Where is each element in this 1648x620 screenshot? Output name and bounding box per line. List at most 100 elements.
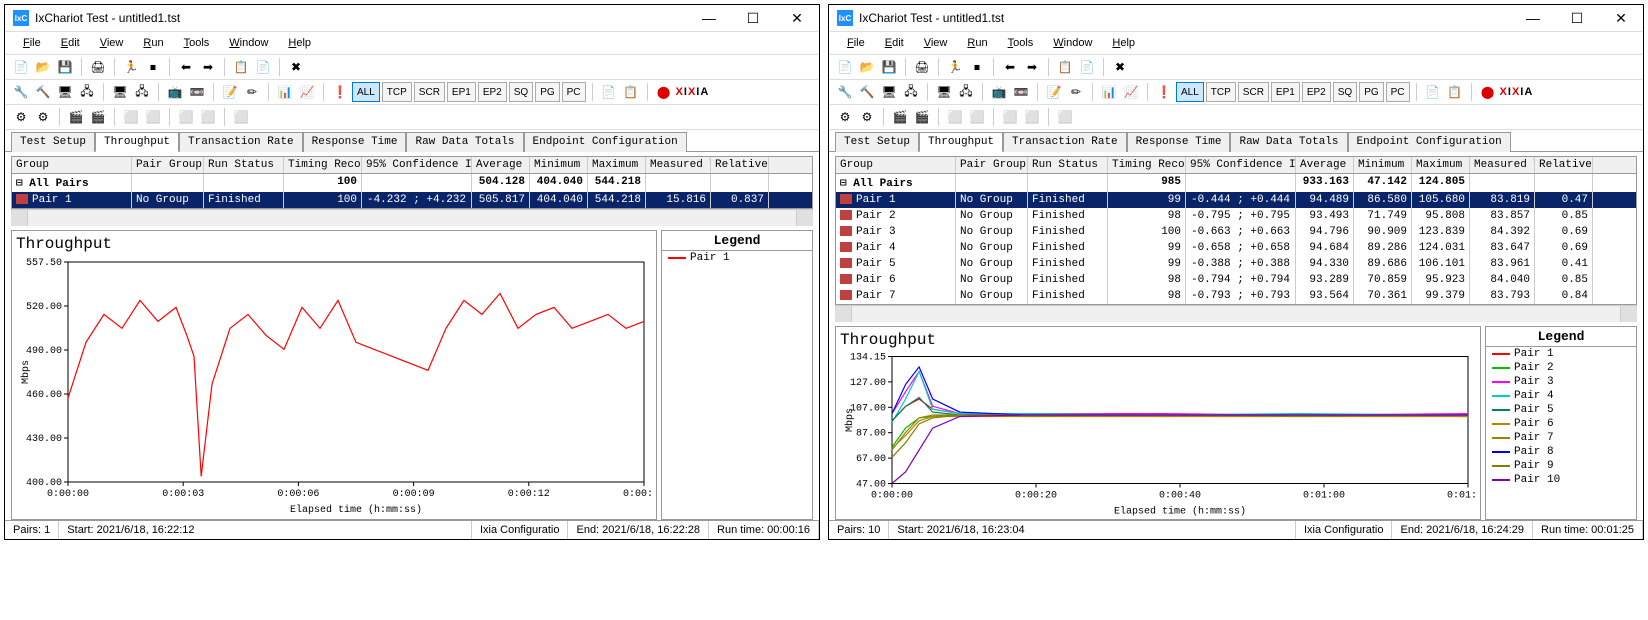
toolbar-button[interactable]: 🔧 [11, 82, 31, 102]
toolbar-button[interactable]: ⬜ [121, 107, 141, 127]
toolbar-button[interactable]: 📋 [621, 82, 641, 102]
filter-pg[interactable]: PG [1359, 82, 1383, 102]
results-grid[interactable]: GroupPair Group NameRun Status Timing Re… [11, 156, 813, 209]
filter-sq[interactable]: SQ [509, 82, 533, 102]
h-scrollbar[interactable] [835, 305, 1637, 322]
filter-scr[interactable]: SCR [414, 82, 445, 102]
tab-throughput[interactable]: Throughput [919, 132, 1003, 152]
table-row[interactable]: Pair 4 No GroupFinished99 -0.658 ; +0.65… [836, 240, 1636, 256]
legend-item[interactable]: Pair 9 [1486, 459, 1636, 473]
filter-pc[interactable]: PC [562, 82, 586, 102]
toolbar-button[interactable]: 📋 [231, 57, 251, 77]
toolbar-button[interactable]: ⬜ [1055, 107, 1075, 127]
toolbar-button[interactable]: 🖥 [934, 82, 954, 102]
toolbar-button[interactable]: 📄 [253, 57, 273, 77]
toolbar-button[interactable]: 🖧 [901, 82, 921, 102]
legend-item[interactable]: Pair 4 [1486, 389, 1636, 403]
legend-item[interactable]: Pair 7 [1486, 431, 1636, 445]
menu-window[interactable]: Window [219, 34, 278, 52]
tab-test-setup[interactable]: Test Setup [11, 132, 95, 152]
menu-help[interactable]: Help [1102, 34, 1145, 52]
toolbar-button[interactable]: ⚙ [857, 107, 877, 127]
menu-file[interactable]: File [837, 34, 875, 52]
tab-response-time[interactable]: Response Time [303, 132, 407, 152]
toolbar-button[interactable]: 🖥 [55, 82, 75, 102]
toolbar-button[interactable]: ✏ [1066, 82, 1086, 102]
stop-icon[interactable]: ⬤ [1478, 82, 1498, 102]
menu-run[interactable]: Run [133, 34, 173, 52]
filter-tcp[interactable]: TCP [382, 82, 412, 102]
table-row[interactable]: Pair 5 No GroupFinished99 -0.388 ; +0.38… [836, 256, 1636, 272]
menu-edit[interactable]: Edit [51, 34, 90, 52]
toolbar-button[interactable]: 🏃 [121, 57, 141, 77]
tab-response-time[interactable]: Response Time [1127, 132, 1231, 152]
filter-scr[interactable]: SCR [1238, 82, 1269, 102]
toolbar-button[interactable]: 📝 [1044, 82, 1064, 102]
toolbar-button[interactable]: ✖ [1110, 57, 1130, 77]
toolbar-button[interactable]: 🔧 [835, 82, 855, 102]
toolbar-button[interactable]: 🖨 [912, 57, 932, 77]
filter-ep2[interactable]: EP2 [478, 82, 507, 102]
menu-tools[interactable]: Tools [998, 34, 1044, 52]
toolbar-button[interactable]: 📄 [835, 57, 855, 77]
table-row[interactable]: Pair 7 No GroupFinished98 -0.793 ; +0.79… [836, 288, 1636, 304]
toolbar-button[interactable]: ❗ [1154, 82, 1174, 102]
toolbar-button[interactable]: ✖ [286, 57, 306, 77]
toolbar-button[interactable]: ➡ [1022, 57, 1042, 77]
toolbar-button[interactable]: 📂 [857, 57, 877, 77]
filter-ep2[interactable]: EP2 [1302, 82, 1331, 102]
toolbar-button[interactable]: 📄 [1423, 82, 1443, 102]
toolbar-button[interactable]: ⬅ [176, 57, 196, 77]
toolbar-button[interactable]: 📺 [989, 82, 1009, 102]
toolbar-button[interactable]: 🖧 [956, 82, 976, 102]
toolbar-button[interactable]: 🎬 [912, 107, 932, 127]
toolbar-button[interactable]: 🖥 [110, 82, 130, 102]
toolbar-button[interactable]: ⚙ [835, 107, 855, 127]
maximize-button[interactable]: ☐ [739, 8, 767, 28]
toolbar-button[interactable]: 📄 [599, 82, 619, 102]
filter-all[interactable]: ALL [1176, 82, 1204, 102]
toolbar-button[interactable]: 📋 [1445, 82, 1465, 102]
table-row[interactable]: Pair 2 No GroupFinished98 -0.795 ; +0.79… [836, 208, 1636, 224]
close-button[interactable]: ✕ [783, 8, 811, 28]
menu-tools[interactable]: Tools [174, 34, 220, 52]
tab-transaction-rate[interactable]: Transaction Rate [179, 132, 303, 152]
filter-pc[interactable]: PC [1386, 82, 1410, 102]
filter-all[interactable]: ALL [352, 82, 380, 102]
menu-window[interactable]: Window [1043, 34, 1102, 52]
tab-transaction-rate[interactable]: Transaction Rate [1003, 132, 1127, 152]
maximize-button[interactable]: ☐ [1563, 8, 1591, 28]
table-row[interactable]: Pair 6 No GroupFinished98 -0.794 ; +0.79… [836, 272, 1636, 288]
toolbar-button[interactable]: 🔨 [33, 82, 53, 102]
h-scrollbar[interactable] [11, 209, 813, 226]
all-pairs-row[interactable]: ⊟ All Pairs 985933.163 47.142124.805 [836, 174, 1636, 192]
toolbar-button[interactable]: 🎬 [890, 107, 910, 127]
toolbar-button[interactable]: 📄 [11, 57, 31, 77]
filter-sq[interactable]: SQ [1333, 82, 1357, 102]
legend-item[interactable]: Pair 5 [1486, 403, 1636, 417]
toolbar-button[interactable]: 📊 [275, 82, 295, 102]
filter-ep1[interactable]: EP1 [1271, 82, 1300, 102]
filter-ep1[interactable]: EP1 [447, 82, 476, 102]
toolbar-button[interactable]: ⬜ [198, 107, 218, 127]
toolbar-button[interactable]: 🖧 [132, 82, 152, 102]
toolbar-button[interactable]: 📂 [33, 57, 53, 77]
toolbar-button[interactable]: ❗ [330, 82, 350, 102]
toolbar-button[interactable]: ✏ [242, 82, 262, 102]
toolbar-button[interactable]: 📺 [165, 82, 185, 102]
tab-endpoint-configuration[interactable]: Endpoint Configuration [1348, 132, 1511, 152]
legend-item[interactable]: Pair 6 [1486, 417, 1636, 431]
table-row[interactable]: Pair 1 No GroupFinished99 -0.444 ; +0.44… [836, 192, 1636, 208]
toolbar-button[interactable]: ⏹ [143, 57, 163, 77]
minimize-button[interactable]: — [695, 8, 723, 28]
toolbar-button[interactable]: 🖧 [77, 82, 97, 102]
toolbar-button[interactable]: 🏃 [945, 57, 965, 77]
legend-item[interactable]: Pair 1 [1486, 347, 1636, 361]
toolbar-button[interactable]: 🖥 [879, 82, 899, 102]
toolbar-button[interactable]: ⬜ [143, 107, 163, 127]
close-button[interactable]: ✕ [1607, 8, 1635, 28]
tab-raw-data-totals[interactable]: Raw Data Totals [406, 132, 523, 152]
toolbar-button[interactable]: 🎬 [88, 107, 108, 127]
menu-view[interactable]: View [914, 34, 958, 52]
tab-raw-data-totals[interactable]: Raw Data Totals [1230, 132, 1347, 152]
